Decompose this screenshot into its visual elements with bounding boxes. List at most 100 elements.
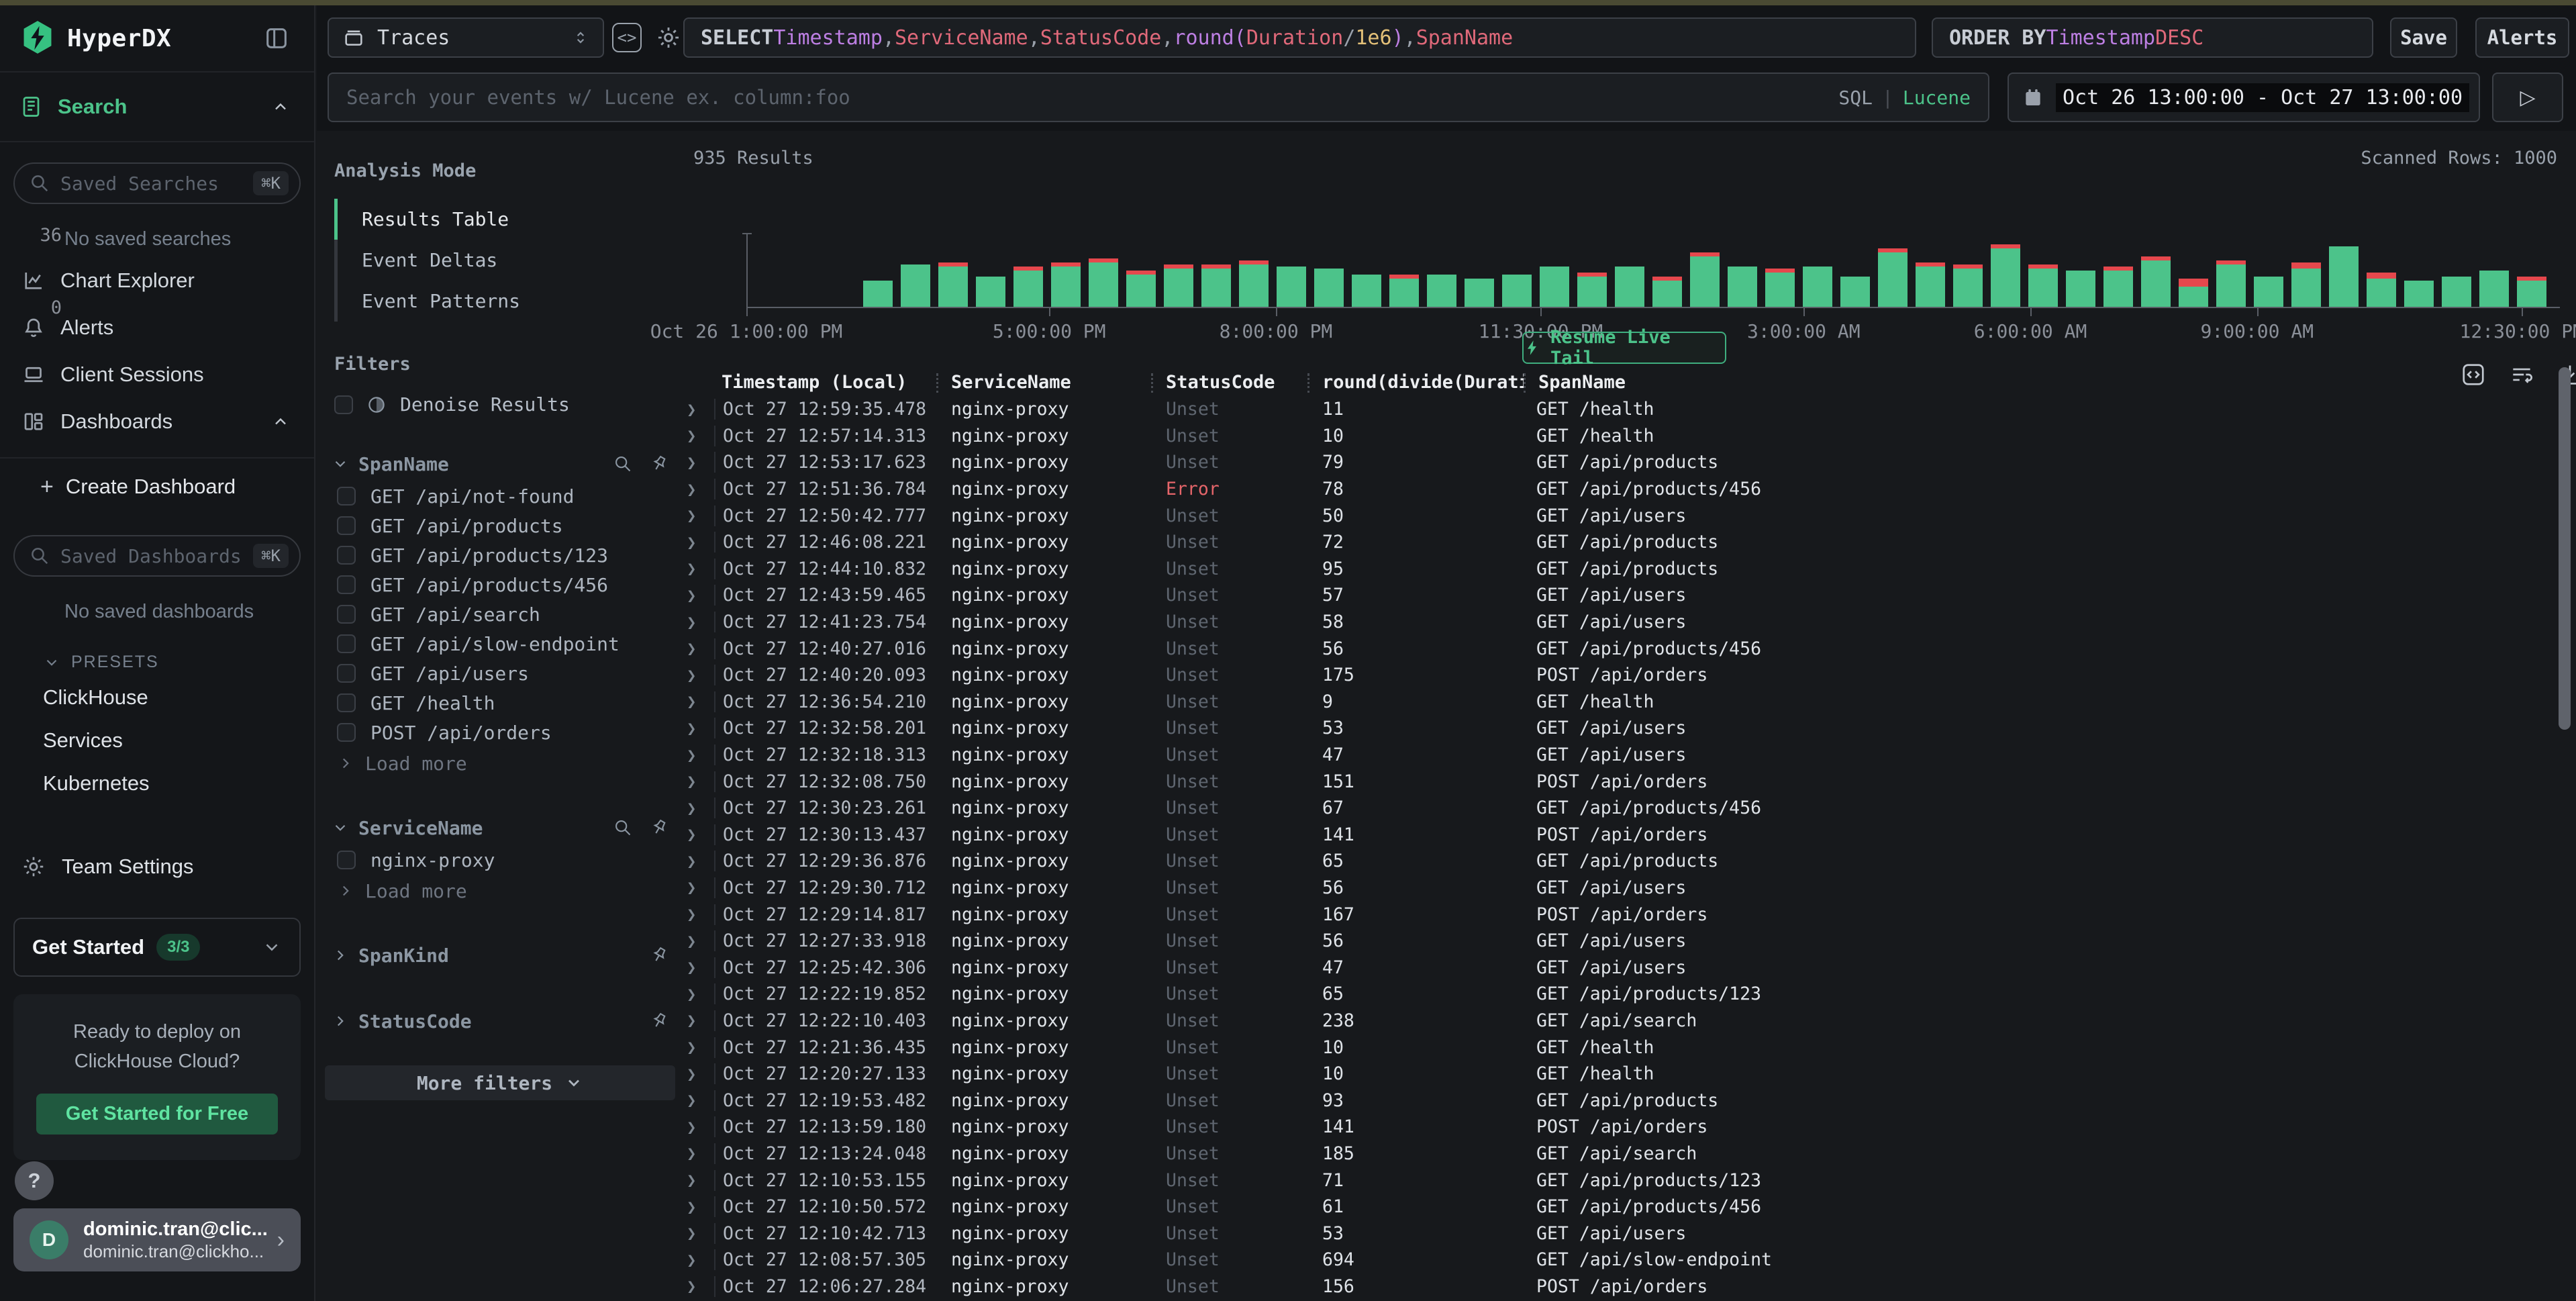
sidebar-item-client-sessions[interactable]: Client Sessions: [0, 351, 314, 398]
histogram-bar-error[interactable]: [1991, 244, 2020, 248]
histogram-bar-ok[interactable]: [2404, 281, 2434, 307]
expand-row-icon[interactable]: ❯: [685, 799, 714, 818]
expand-row-icon[interactable]: ❯: [685, 559, 714, 578]
table-row[interactable]: ❯Oct 27 12:10:50.572 PMnginx-proxyUnset6…: [685, 1194, 2549, 1220]
filter-group-spankind[interactable]: SpanKind: [322, 938, 678, 973]
table-row[interactable]: ❯Oct 27 12:36:54.210 PMnginx-proxyUnset9…: [685, 689, 2549, 716]
histogram-bar-error[interactable]: [1164, 264, 1193, 269]
pin-icon[interactable]: [650, 1012, 668, 1030]
histogram-bar-error[interactable]: [2141, 256, 2171, 260]
table-row[interactable]: ❯Oct 27 12:51:36.784 PMnginx-proxyError7…: [685, 476, 2549, 503]
analysis-mode-option[interactable]: Results Table: [338, 199, 678, 240]
expand-row-icon[interactable]: ❯: [685, 772, 714, 791]
histogram-bar-ok[interactable]: [1164, 269, 1193, 307]
order-by-input[interactable]: ORDER BY Timestamp DESC: [1932, 17, 2373, 58]
histogram-bar-error[interactable]: [1652, 277, 1682, 281]
table-row[interactable]: ❯Oct 27 12:40:20.093 PMnginx-proxyUnset1…: [685, 662, 2549, 689]
expand-row-icon[interactable]: ❯: [685, 905, 714, 924]
histogram-bar-ok[interactable]: [1840, 277, 1870, 307]
histogram-bar-ok[interactable]: [2103, 271, 2133, 307]
expand-row-icon[interactable]: ❯: [685, 1251, 714, 1269]
filter-option[interactable]: GET /api/not-found: [322, 481, 678, 511]
histogram-bar-error[interactable]: [2103, 267, 2133, 271]
sidebar-item-dashboards[interactable]: Dashboards: [0, 398, 314, 445]
checkbox[interactable]: [337, 693, 356, 712]
expand-row-icon[interactable]: ❯: [685, 533, 714, 552]
histogram-bar-ok[interactable]: [1013, 271, 1043, 307]
expand-row-icon[interactable]: ❯: [685, 1118, 714, 1137]
checkbox[interactable]: [337, 634, 356, 653]
expand-row-icon[interactable]: ❯: [685, 639, 714, 658]
preset-kubernetes[interactable]: Kubernetes: [0, 762, 314, 805]
histogram-bar-ok[interactable]: [1389, 279, 1419, 307]
checkbox[interactable]: [337, 487, 356, 505]
histogram-bar-ok[interactable]: [1277, 267, 1306, 307]
histogram-bar-ok[interactable]: [2329, 246, 2359, 307]
filter-option[interactable]: GET /health: [322, 688, 678, 718]
expand-row-icon[interactable]: ❯: [685, 1277, 714, 1296]
expand-row-icon[interactable]: ❯: [685, 878, 714, 897]
table-scrollbar[interactable]: [2559, 367, 2571, 1296]
analysis-mode-option[interactable]: Event Patterns: [338, 281, 678, 322]
chevron-up-icon[interactable]: [271, 412, 290, 431]
saved-searches-input[interactable]: [60, 173, 253, 195]
time-range-picker[interactable]: Oct 26 13:00:00 - Oct 27 13:00:00: [2008, 73, 2480, 122]
expand-row-icon[interactable]: ❯: [685, 1038, 714, 1057]
histogram-bar-ok[interactable]: [1615, 267, 1644, 307]
filter-option[interactable]: GET /api/products/123: [322, 540, 678, 570]
column-header[interactable]: ServiceName: [936, 372, 1151, 393]
lang-lucene-option[interactable]: Lucene: [1903, 87, 1971, 109]
saved-searches-search[interactable]: ⌘K: [13, 162, 301, 204]
table-row[interactable]: ❯Oct 27 12:06:27.284 PMnginx-proxyUnset1…: [685, 1273, 2549, 1300]
filter-group-spanname[interactable]: SpanName: [322, 446, 678, 481]
histogram-bar-ok[interactable]: [1878, 252, 1908, 307]
histogram-bar-ok[interactable]: [1314, 269, 1344, 307]
histogram-bar-ok[interactable]: [2254, 277, 2283, 307]
column-header[interactable]: SpanName: [1524, 372, 2549, 393]
expand-row-icon[interactable]: ❯: [685, 719, 714, 738]
user-menu[interactable]: D dominic.tran@clic... dominic.tran@clic…: [13, 1208, 301, 1271]
histogram-bar-ok[interactable]: [1502, 275, 1532, 307]
table-row[interactable]: ❯Oct 27 12:59:35.478 PMnginx-proxyUnset1…: [685, 396, 2549, 423]
histogram-bar-ok[interactable]: [2066, 271, 2095, 307]
saved-dashboards-input[interactable]: [60, 545, 253, 567]
pin-icon[interactable]: [650, 454, 668, 473]
source-select[interactable]: Traces: [328, 17, 604, 58]
checkbox[interactable]: [337, 664, 356, 683]
histogram-bar-ok[interactable]: [1916, 267, 1945, 307]
histogram-bar-error[interactable]: [2517, 277, 2546, 281]
table-row[interactable]: ❯Oct 27 12:22:19.852 PMnginx-proxyUnset6…: [685, 981, 2549, 1008]
table-row[interactable]: ❯Oct 27 12:08:57.305 PMnginx-proxyUnset6…: [685, 1247, 2549, 1273]
table-row[interactable]: ❯Oct 27 12:25:42.306 PMnginx-proxyUnset4…: [685, 954, 2549, 981]
filter-option[interactable]: GET /api/products: [322, 511, 678, 540]
histogram-bar-ok[interactable]: [1201, 269, 1231, 307]
table-row[interactable]: ❯Oct 27 12:21:36.435 PMnginx-proxyUnset1…: [685, 1034, 2549, 1061]
table-row[interactable]: ❯Oct 27 12:22:10.403 PMnginx-proxyUnset2…: [685, 1008, 2549, 1034]
histogram-bar-ok[interactable]: [901, 264, 930, 307]
histogram-bar-ok[interactable]: [976, 277, 1005, 307]
histogram-bar-ok[interactable]: [2367, 279, 2396, 307]
event-search-bar[interactable]: SQL|Lucene: [328, 73, 1989, 122]
load-more-button[interactable]: Load more: [322, 875, 678, 907]
lang-sql-option[interactable]: SQL: [1838, 87, 1873, 109]
histogram-bar-ok[interactable]: [1352, 275, 1381, 307]
histogram-bar-error[interactable]: [938, 262, 968, 267]
histogram-bar-ok[interactable]: [2442, 277, 2471, 307]
expand-row-icon[interactable]: ❯: [685, 453, 714, 472]
column-header[interactable]: round(divide(Duration,: [1307, 372, 1524, 393]
checkbox[interactable]: [337, 851, 356, 869]
expand-row-icon[interactable]: ❯: [685, 613, 714, 632]
expand-row-icon[interactable]: ❯: [685, 426, 714, 445]
histogram-bar-error[interactable]: [1878, 248, 1908, 252]
denoise-results-checkbox[interactable]: Denoise Results: [322, 393, 678, 416]
checkbox[interactable]: [337, 605, 356, 624]
expand-row-icon[interactable]: ❯: [685, 825, 714, 844]
histogram-bar-error[interactable]: [1089, 258, 1118, 262]
filter-option[interactable]: GET /api/products/456: [322, 570, 678, 599]
preset-clickhouse[interactable]: ClickHouse: [0, 676, 314, 719]
histogram-bar-error[interactable]: [2028, 264, 2058, 269]
histogram-bar-ok[interactable]: [938, 267, 968, 307]
expand-row-icon[interactable]: ❯: [685, 506, 714, 525]
table-row[interactable]: ❯Oct 27 12:20:27.133 PMnginx-proxyUnset1…: [685, 1061, 2549, 1088]
histogram-bar-ok[interactable]: [1991, 248, 2020, 307]
